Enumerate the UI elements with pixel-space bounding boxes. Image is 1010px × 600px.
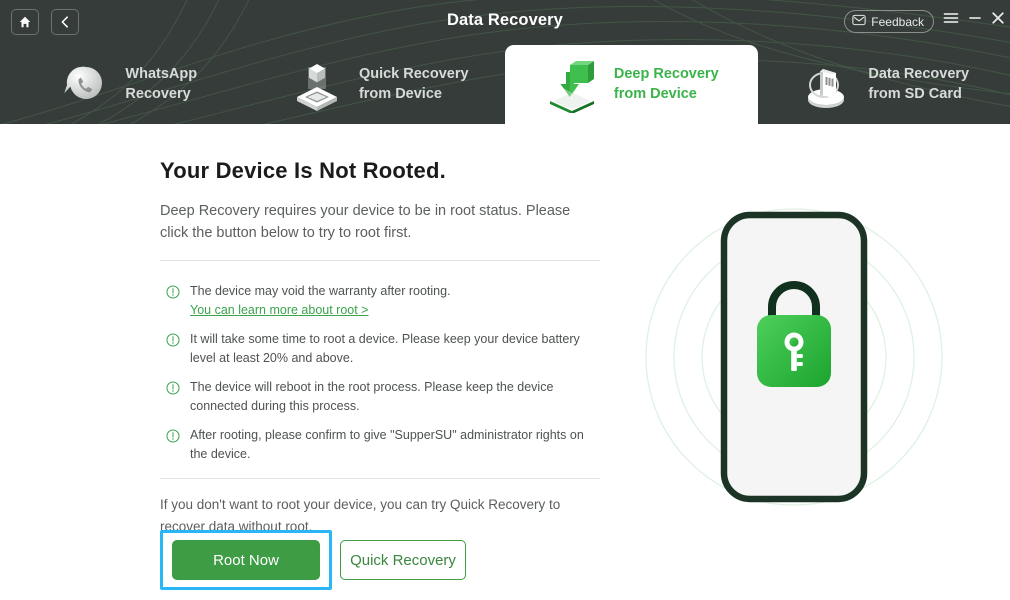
quick-recovery-button[interactable]: Quick Recovery [340, 540, 466, 580]
whatsapp-bubble-icon [55, 57, 111, 113]
note-item: After rooting, please confirm to give "S… [166, 426, 600, 463]
page-subtitle: Deep Recovery requires your device to be… [160, 203, 571, 242]
minimize-button[interactable] [966, 11, 984, 29]
button-row: Root Now Quick Recovery [160, 530, 466, 590]
note-text: After rooting, please confirm to give "S… [190, 428, 584, 461]
exclamation-circle-icon [166, 429, 180, 443]
minimize-icon [967, 11, 983, 30]
tab-whatsapp-recovery[interactable]: WhatsApp Recovery [0, 45, 253, 124]
footnote-text: If you don't want to root your device, y… [160, 497, 561, 534]
main-content: Your Device Is Not Rooted. Deep Recovery… [0, 124, 1010, 600]
tab-quick-recovery-from-device[interactable]: Quick Recovery from Device [253, 45, 506, 124]
phone-with-lock-illustration [640, 194, 960, 524]
exclamation-circle-icon [166, 381, 180, 395]
close-button[interactable] [989, 11, 1007, 29]
root-now-highlight: Root Now [160, 530, 332, 590]
green-box-download-icon [544, 57, 600, 113]
notes-list: The device may void the warranty after r… [160, 261, 600, 478]
page-title: Your Device Is Not Rooted. [160, 158, 446, 183]
root-now-button[interactable]: Root Now [172, 540, 320, 580]
close-icon [990, 11, 1006, 30]
exclamation-circle-icon [166, 285, 180, 299]
note-text: The device may void the warranty after r… [190, 282, 600, 319]
note-text: The device will reboot in the root proce… [190, 380, 554, 413]
tab-label: Deep Recovery from Device [613, 65, 719, 102]
tab-data-recovery-from-sd-card[interactable]: Data Recovery from SD Card [758, 45, 1010, 124]
tab-label: WhatsApp Recovery [125, 65, 198, 102]
menu-button[interactable] [942, 11, 960, 29]
header-area: Data Recovery Feedback WhatsApp Recovery… [0, 0, 1010, 124]
feedback-button[interactable]: Feedback [844, 10, 934, 33]
tab-label: Data Recovery from SD Card [868, 65, 970, 102]
hamburger-menu-icon [943, 11, 959, 30]
learn-more-about-root-link[interactable]: You can learn more about root > [190, 301, 368, 320]
note-item: The device may void the warranty after r… [166, 282, 600, 319]
exclamation-circle-icon [166, 333, 180, 347]
tab-deep-recovery-from-device[interactable]: Deep Recovery from Device [505, 45, 758, 124]
note-item: The device will reboot in the root proce… [166, 378, 600, 415]
envelope-icon [852, 14, 866, 29]
app-window: Data Recovery Feedback WhatsApp Recovery… [0, 0, 1010, 600]
note-item: It will take some time to root a device.… [166, 330, 600, 367]
cube-platform-icon [289, 57, 345, 113]
title-bar: Data Recovery Feedback [0, 0, 1010, 45]
note-text: It will take some time to root a device.… [190, 332, 580, 365]
sd-card-icon [798, 57, 854, 113]
text-panel: Your Device Is Not Rooted. Deep Recovery… [160, 158, 600, 590]
tab-bar: WhatsApp Recovery Quick Recovery from De… [0, 45, 1010, 124]
note-body: The device may void the warranty after r… [190, 284, 451, 299]
feedback-label: Feedback [871, 14, 924, 29]
tab-label: Quick Recovery from Device [358, 65, 469, 102]
